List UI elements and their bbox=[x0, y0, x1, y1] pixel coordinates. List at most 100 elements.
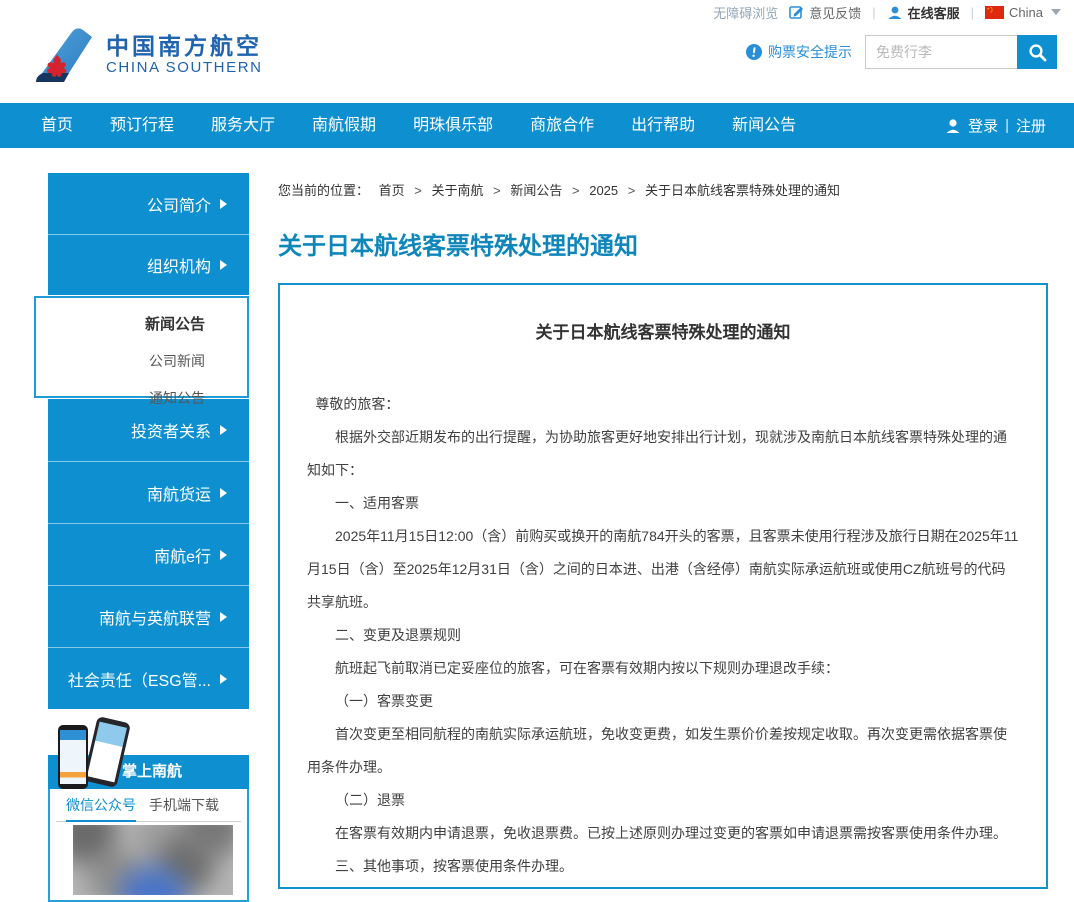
sidebar-item-e-travel[interactable]: 南航e行 bbox=[48, 523, 249, 585]
search-input[interactable] bbox=[865, 35, 1017, 69]
login-link[interactable]: 登录 bbox=[968, 115, 998, 136]
sidebar-item-label: 公司简介 bbox=[147, 192, 211, 216]
feedback-icon bbox=[789, 5, 804, 20]
breadcrumb-separator: > bbox=[572, 183, 580, 198]
nav-item-booking[interactable]: 预订行程 bbox=[110, 103, 174, 148]
sidebar-top: 公司简介 组织机构 bbox=[48, 173, 249, 295]
chevron-right-icon bbox=[220, 612, 227, 622]
login-area: 登录 | 注册 bbox=[945, 103, 1046, 148]
tab-mobile-download[interactable]: 手机端下载 bbox=[149, 791, 219, 822]
chevron-right-icon bbox=[220, 550, 227, 560]
phone-graphic bbox=[83, 716, 131, 788]
wechat-qr-code-image bbox=[73, 825, 233, 895]
breadcrumb-separator: > bbox=[414, 183, 422, 198]
breadcrumb-item-2025[interactable]: 2025 bbox=[589, 183, 618, 198]
chevron-right-icon bbox=[220, 260, 227, 270]
breadcrumb-prefix: 您当前的位置： bbox=[278, 183, 369, 198]
nav-item-travel-help[interactable]: 出行帮助 bbox=[631, 103, 695, 148]
search-icon bbox=[1028, 43, 1047, 62]
info-icon bbox=[746, 44, 762, 60]
online-service-icon bbox=[887, 5, 903, 20]
feedback-label: 意见反馈 bbox=[809, 3, 861, 22]
airline-tailfin-logo-icon bbox=[34, 26, 96, 84]
sidebar-item-label: 投资者关系 bbox=[131, 418, 211, 442]
search-area bbox=[865, 35, 1057, 69]
qr-blur bbox=[73, 825, 233, 895]
article-paragraph: 在客票有效期内申请退票，免收退票费。已按上述原则办理过变更的客票如申请退票需按客… bbox=[307, 817, 1019, 850]
sidebar-item-csr-esg[interactable]: 社会责任（ESG管... bbox=[48, 647, 249, 709]
breadcrumb-item-current: 关于日本航线客票特殊处理的通知 bbox=[645, 183, 840, 198]
sidebar-item-label: 南航e行 bbox=[154, 543, 211, 567]
safety-notice-label: 购票安全提示 bbox=[768, 42, 852, 62]
nav-item-holidays[interactable]: 南航假期 bbox=[312, 103, 376, 148]
sidebar-item-ba-joint-venture[interactable]: 南航与英航联营 bbox=[48, 585, 249, 647]
article-paragraph: 一、适用客票 bbox=[307, 487, 1019, 520]
login-divider: | bbox=[1005, 117, 1009, 134]
phone-graphic bbox=[58, 725, 88, 789]
article-paragraph: 尊敬的旅客： bbox=[307, 388, 1019, 421]
chevron-down-icon bbox=[1051, 9, 1061, 15]
notice-article: 关于日本航线客票特殊处理的通知 尊敬的旅客： 根据外交部近期发布的出行提醒，为协… bbox=[278, 283, 1048, 889]
breadcrumb-item-home[interactable]: 首页 bbox=[379, 183, 405, 198]
user-icon bbox=[945, 118, 961, 134]
feedback-link[interactable]: 意见反馈 bbox=[789, 3, 861, 22]
top-utility-bar: 无障碍浏览 意见反馈 | 在线客服 | bbox=[0, 0, 1074, 24]
breadcrumb-item-news[interactable]: 新闻公告 bbox=[510, 183, 562, 198]
sidebar-item-company-news[interactable]: 公司新闻 bbox=[36, 351, 247, 371]
article-paragraph: （二）退票 bbox=[307, 784, 1019, 817]
sidebar-bottom: 投资者关系 南航货运 南航e行 南航与英航联营 社会责任（ESG管... bbox=[48, 399, 249, 709]
chevron-right-icon bbox=[220, 199, 227, 209]
search-button[interactable] bbox=[1017, 35, 1057, 69]
sidebar-item-label: 社会责任（ESG管... bbox=[68, 667, 211, 691]
register-link[interactable]: 注册 bbox=[1016, 115, 1046, 136]
chevron-right-icon bbox=[220, 674, 227, 684]
accessibility-link[interactable]: 无障碍浏览 bbox=[713, 3, 778, 22]
article-title: 关于日本航线客票特殊处理的通知 bbox=[307, 318, 1019, 343]
sidebar-item-notice-announcements[interactable]: 通知公告 bbox=[36, 388, 247, 408]
sidebar-item-company-profile[interactable]: 公司简介 bbox=[48, 173, 249, 234]
topbar-divider: | bbox=[971, 5, 974, 20]
logo[interactable]: 中国南方航空 CHINA SOUTHERN bbox=[34, 26, 263, 84]
sidebar-news-title[interactable]: 新闻公告 bbox=[36, 298, 247, 334]
tab-wechat-official[interactable]: 微信公众号 bbox=[66, 791, 136, 822]
chevron-right-icon bbox=[220, 488, 227, 498]
nav-item-corporate-travel[interactable]: 商旅合作 bbox=[530, 103, 594, 148]
logo-text-en: CHINA SOUTHERN bbox=[106, 59, 263, 77]
article-paragraph: 三、其他事项，按客票使用条件办理。 bbox=[307, 850, 1019, 883]
article-paragraph: （一）客票变更 bbox=[307, 685, 1019, 718]
article-paragraph: 首次变更至相同航程的南航实际承运航班，免收变更费，如发生票价价差按规定收取。再次… bbox=[307, 718, 1019, 784]
sidebar-item-label: 南航与英航联营 bbox=[99, 605, 211, 629]
region-selector[interactable]: China bbox=[985, 5, 1061, 20]
header-right: 购票安全提示 bbox=[746, 35, 1057, 69]
article-paragraph: 航班起飞前取消已定妥座位的旅客，可在客票有效期内按以下规则办理退改手续： bbox=[307, 652, 1019, 685]
ticket-safety-notice-link[interactable]: 购票安全提示 bbox=[746, 42, 852, 62]
breadcrumb-separator: > bbox=[493, 183, 501, 198]
logo-text-cn: 中国南方航空 bbox=[106, 33, 263, 59]
region-label: China bbox=[1009, 5, 1043, 20]
nav-item-news[interactable]: 新闻公告 bbox=[732, 103, 796, 148]
nav-item-pearl-club[interactable]: 明珠俱乐部 bbox=[413, 103, 493, 148]
breadcrumb-item-about[interactable]: 关于南航 bbox=[432, 183, 484, 198]
page: 无障碍浏览 意见反馈 | 在线客服 | bbox=[0, 0, 1074, 902]
topbar-divider: | bbox=[872, 5, 875, 20]
nav-item-home[interactable]: 首页 bbox=[41, 103, 73, 148]
article-paragraph: 二、变更及退票规则 bbox=[307, 619, 1019, 652]
sidebar-item-label: 南航货运 bbox=[147, 481, 211, 505]
china-flag-icon bbox=[985, 6, 1004, 19]
chevron-right-icon bbox=[220, 425, 227, 435]
header: 中国南方航空 CHINA SOUTHERN 购票安全提示 bbox=[0, 24, 1074, 103]
sidebar-item-cargo[interactable]: 南航货运 bbox=[48, 461, 249, 523]
online-service-label: 在线客服 bbox=[908, 3, 960, 22]
sidebar-section-news: 新闻公告 公司新闻 通知公告 bbox=[34, 296, 249, 398]
online-service-link[interactable]: 在线客服 bbox=[887, 3, 960, 22]
breadcrumb: 您当前的位置： 首页 > 关于南航 > 新闻公告 > 2025 > 关于日本航线… bbox=[278, 180, 846, 199]
breadcrumb-separator: > bbox=[628, 183, 636, 198]
sidebar-item-organization[interactable]: 组织机构 bbox=[48, 234, 249, 295]
nav-item-service-hall[interactable]: 服务大厅 bbox=[211, 103, 275, 148]
mobile-phones-image bbox=[56, 717, 126, 791]
sidebar-item-label: 组织机构 bbox=[147, 253, 211, 277]
article-paragraph: 2025年11月15日12:00（含）前购买或换开的南航784开头的客票，且客票… bbox=[307, 520, 1019, 619]
article-paragraph: 根据外交部近期发布的出行提醒，为协助旅客更好地安排出行计划，现就涉及南航日本航线… bbox=[307, 421, 1019, 487]
app-tabs: 微信公众号 手机端下载 bbox=[56, 791, 241, 822]
sidebar-item-investor-relations[interactable]: 投资者关系 bbox=[48, 399, 249, 461]
